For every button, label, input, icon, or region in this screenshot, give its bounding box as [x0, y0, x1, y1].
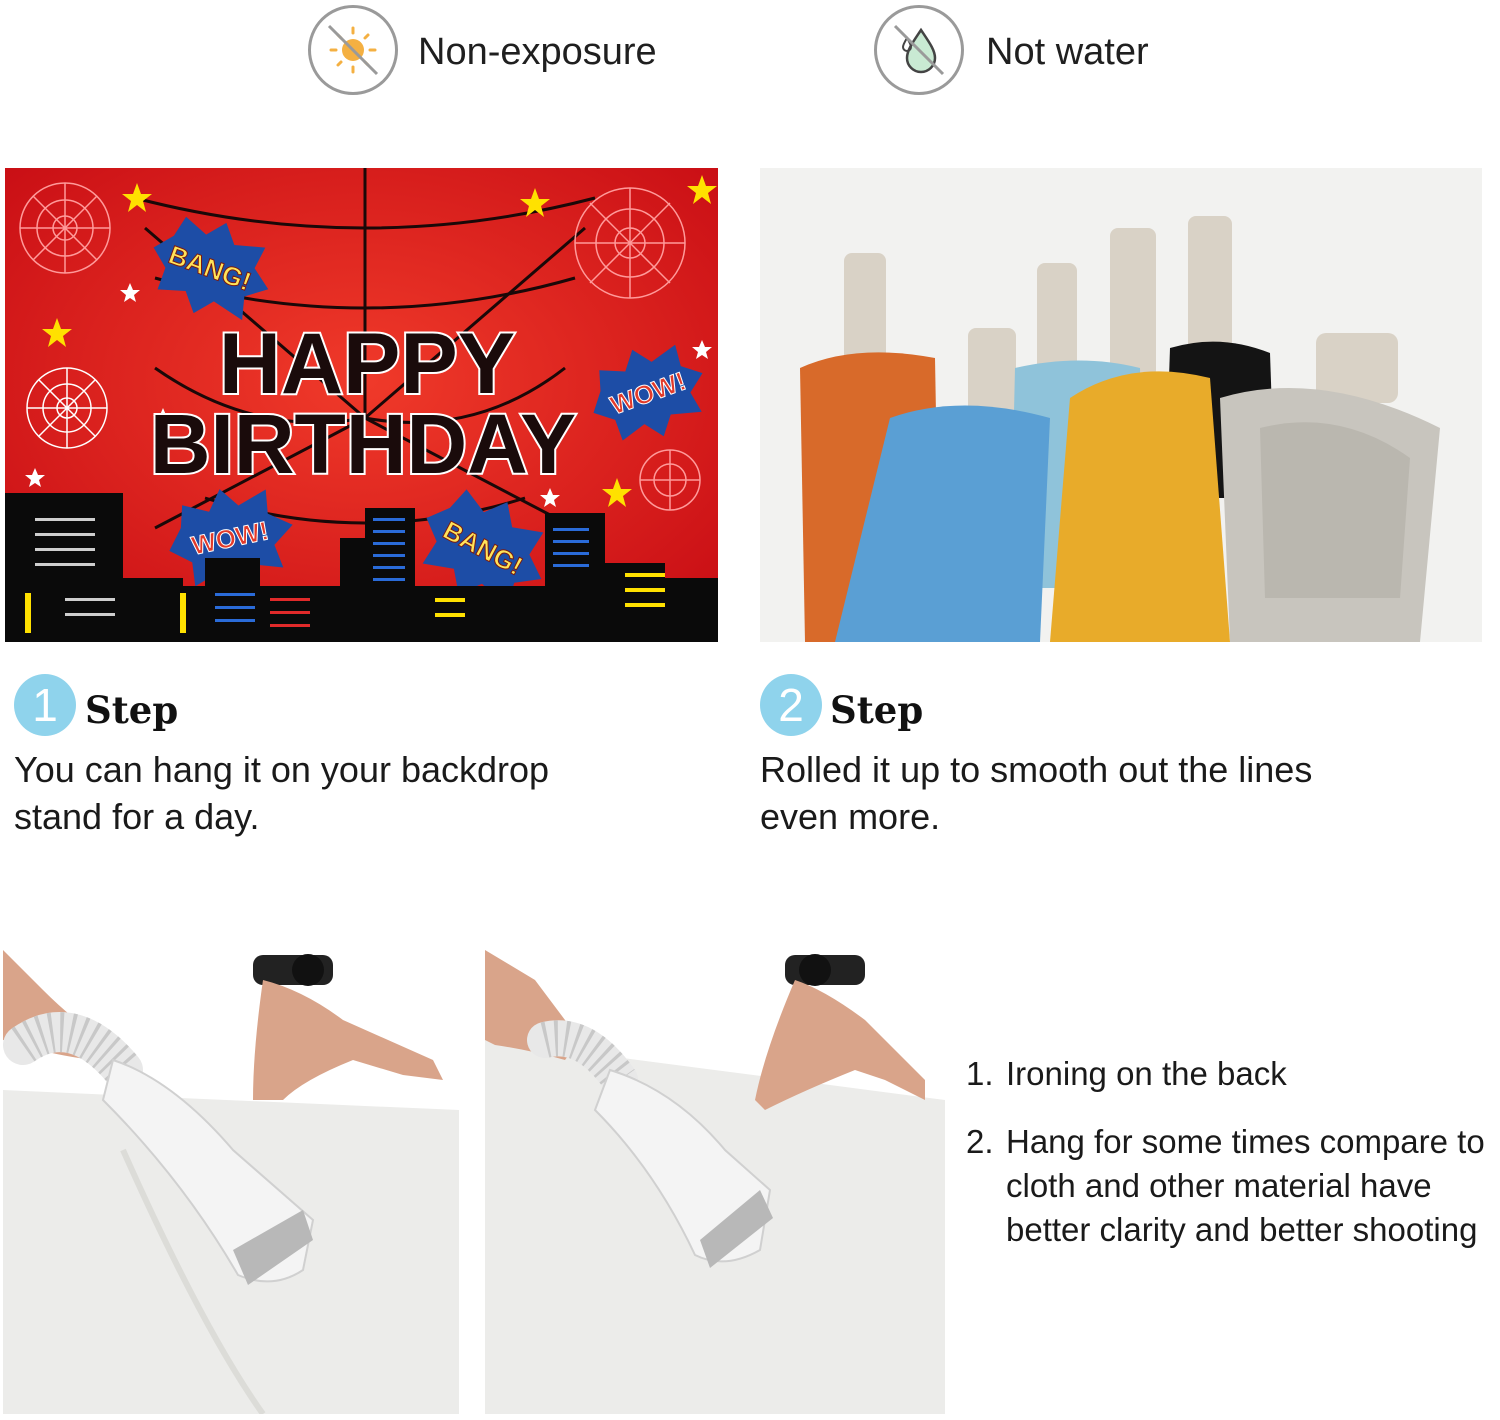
banner-title-birthday: BIRTHDAY — [150, 397, 576, 491]
step-2-text: Rolled it up to smooth out the lines eve… — [760, 749, 1313, 837]
step-2-badge: 2 — [760, 674, 822, 736]
instruction-2-text: Hang for some times compare to cloth and… — [1006, 1123, 1485, 1248]
instruction-1-number: 1. — [966, 1055, 994, 1092]
birthday-backdrop-image: HAPPY BIRTHDAY BANG! WOW! WOW! BANG! — [5, 168, 718, 642]
fabric-rolls-image — [760, 168, 1482, 642]
instruction-1-text: Ironing on the back — [1006, 1055, 1287, 1092]
instruction-item-1: 1. Ironing on the back — [966, 1052, 1500, 1102]
instruction-2-number: 2. — [966, 1123, 994, 1160]
step-2-title: Step — [830, 688, 924, 732]
ironing-photo-2 — [485, 950, 945, 1414]
ironing-photo-1 — [3, 950, 459, 1414]
non-exposure-label: Non-exposure — [418, 31, 657, 73]
no-sun-icon — [308, 5, 398, 95]
not-water-label: Not water — [986, 31, 1149, 73]
no-water-icon — [874, 5, 964, 95]
instruction-item-2: 2. Hang for some times compare to cloth … — [966, 1120, 1500, 1310]
step-1-title: Step — [85, 688, 179, 732]
step-1-badge: 1 — [14, 674, 76, 736]
step-1-text: You can hang it on your backdrop stand f… — [14, 749, 550, 837]
